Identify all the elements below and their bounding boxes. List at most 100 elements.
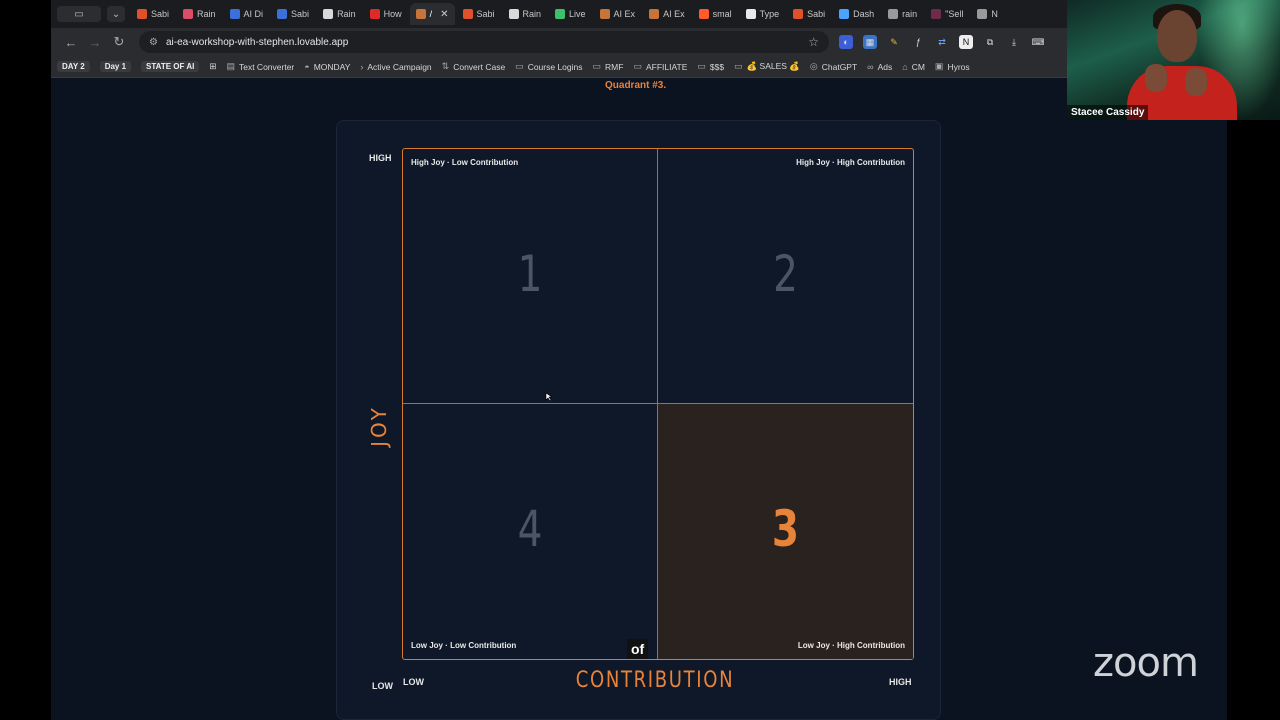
browser-tab[interactable]: AI Ex	[594, 3, 642, 25]
site-info-icon[interactable]: ⚙	[149, 37, 158, 48]
tab-label: AI Ex	[613, 9, 636, 19]
extension-icon[interactable]: ▦	[863, 35, 877, 49]
tab-label: N	[991, 9, 998, 19]
forward-icon[interactable]: →	[83, 35, 107, 50]
bookmark-icon: ∞	[867, 61, 874, 72]
page-content: Quadrant #3. HIGH JOY LOW High Joy · Low…	[51, 78, 1227, 720]
browser-tab[interactable]: Sabi	[457, 3, 501, 25]
extensions-puzzle-icon[interactable]: ⧉	[983, 35, 997, 49]
tab-favicon-icon	[888, 9, 899, 19]
bookmark-item[interactable]: ⌂ CM	[902, 62, 925, 72]
browser-tab[interactable]: / ✕	[409, 3, 455, 25]
participant-name-label: Stacee Cassidy	[1067, 105, 1149, 120]
quadrant-number: 3	[771, 500, 800, 558]
quadrant-number: 1	[517, 245, 543, 303]
tab-favicon-icon	[793, 9, 804, 19]
reload-icon[interactable]: ↻	[107, 34, 131, 50]
x-axis-high-label: HIGH	[889, 677, 912, 687]
browser-tab[interactable]: Type	[740, 3, 786, 25]
tab-favicon-icon	[649, 9, 660, 19]
sidebar-icon: ▭	[74, 8, 84, 20]
tab-favicon-icon	[229, 9, 240, 19]
browser-tab[interactable]: N	[971, 3, 1004, 25]
participant-video[interactable]: Stacee Cassidy	[1067, 0, 1280, 120]
browser-tab[interactable]: Rain	[503, 3, 548, 25]
browser-tab[interactable]: Sabi	[787, 3, 831, 25]
bookmark-item[interactable]: DAY 2	[57, 61, 90, 72]
bookmark-star-icon[interactable]: ☆	[808, 35, 819, 49]
participant-hand	[1185, 68, 1207, 96]
bookmark-label: Active Campaign	[367, 61, 432, 72]
browser-tab[interactable]: Sabi	[131, 3, 175, 25]
bookmark-item[interactable]: ◎ ChatGPT	[810, 61, 857, 72]
bookmark-label: DAY 2	[57, 61, 90, 72]
bookmark-item[interactable]: › Active Campaign	[360, 62, 431, 72]
extension-icon[interactable]: ⇄	[935, 35, 949, 49]
browser-tab[interactable]: smal	[693, 3, 738, 25]
address-toolbar: ← → ↻ ⚙ ai-ea-workshop-with-stephen.lova…	[51, 28, 1227, 56]
bookmark-item[interactable]: ▭ $$$	[697, 61, 724, 72]
address-bar[interactable]: ⚙ ai-ea-workshop-with-stephen.lovable.ap…	[139, 31, 829, 53]
bookmark-label: ChatGPT	[821, 61, 858, 72]
extension-icon[interactable]: ◐	[839, 35, 853, 49]
bookmark-item[interactable]: ▭ AFFILIATE	[633, 61, 687, 72]
sidebar-toggle-button[interactable]: ▭	[57, 6, 101, 22]
bookmark-icon: ▭	[734, 61, 743, 71]
tab-favicon-icon	[555, 9, 566, 19]
extension-icon[interactable]: N	[959, 35, 973, 49]
bookmark-label: Hyros	[947, 61, 970, 72]
browser-tab[interactable]: Live	[549, 3, 592, 25]
bookmark-icon: ◓	[304, 61, 310, 72]
tab-favicon-icon	[369, 9, 380, 19]
bookmark-item[interactable]: ▭ Course Logins	[515, 61, 582, 72]
quadrant-label: High Joy · High Contribution	[796, 158, 905, 167]
back-icon[interactable]: ←	[59, 35, 83, 50]
tab-favicon-icon	[698, 9, 709, 19]
close-tab-icon[interactable]: ✕	[440, 9, 448, 20]
extension-icon[interactable]: ƒ	[911, 35, 925, 49]
tab-label: Sabi	[291, 9, 310, 19]
tab-label: /	[429, 9, 433, 19]
apps-grid-icon[interactable]: ⊞	[209, 61, 216, 72]
bookmark-item[interactable]: ▭ 💰 SALES 💰	[734, 61, 800, 72]
bookmark-item[interactable]: ▣ Hyros	[935, 61, 970, 72]
bookmark-icon: ▭	[697, 61, 706, 71]
bookmark-item[interactable]: ▤ Text Converter	[226, 61, 294, 72]
browser-tab[interactable]: Rain	[177, 3, 222, 25]
browser-tab[interactable]: Dash	[833, 3, 880, 25]
quadrant-label: Low Joy · High Contribution	[797, 641, 905, 650]
bookmark-label: Day 1	[99, 61, 132, 72]
tab-favicon-icon	[183, 9, 194, 19]
browser-tab[interactable]: Sabi	[271, 3, 315, 25]
live-caption: of	[627, 639, 649, 659]
joy-contribution-matrix: High Joy · Low Contribution 1 High Joy ·…	[402, 148, 914, 660]
browser-tab[interactable]: rain	[882, 3, 923, 25]
participant-hand	[1145, 64, 1167, 92]
bookmark-item[interactable]: ⇅ Convert Case	[442, 61, 506, 72]
bookmark-item[interactable]: STATE OF AI	[141, 61, 200, 72]
quadrant-2[interactable]: High Joy · High Contribution 2	[658, 149, 913, 404]
browser-tab[interactable]: Rain	[317, 3, 362, 25]
quadrant-1[interactable]: High Joy · Low Contribution 1	[403, 149, 658, 404]
y-axis-title: JOY	[367, 405, 391, 447]
quadrant-3[interactable]: 3 Low Joy · High Contribution	[658, 404, 913, 659]
quadrant-caption: Quadrant #3.	[605, 80, 667, 91]
quadrant-4[interactable]: 4 Low Joy · Low Contribution	[403, 404, 658, 659]
bookmark-item[interactable]: ◓ MONDAY	[304, 62, 350, 72]
tab-favicon-icon	[839, 9, 850, 19]
browser-tab[interactable]: How	[364, 3, 408, 25]
tab-search-button[interactable]: ⌄	[107, 6, 125, 22]
bookmark-item[interactable]: ∞ Ads	[867, 62, 892, 72]
download-icon[interactable]: ⤓	[1007, 35, 1021, 49]
browser-tab[interactable]: AI Di	[224, 3, 270, 25]
extension-icon[interactable]: ⌨	[1031, 35, 1045, 49]
browser-tab[interactable]: AI Ex	[643, 3, 691, 25]
bookmark-item[interactable]: Day 1	[99, 61, 132, 72]
tab-label: smal	[712, 9, 732, 19]
bookmark-icon: ▭	[515, 61, 524, 71]
extension-icon[interactable]: ✎	[887, 35, 901, 49]
participant-face	[1157, 10, 1197, 62]
browser-tab[interactable]: "Sell	[925, 3, 969, 25]
bookmark-item[interactable]: ▭ RMF	[593, 61, 624, 72]
tab-list: Sabi Rain AI Di Sabi Rain How / ✕ Sabi Rain Live AI…	[131, 3, 1004, 25]
